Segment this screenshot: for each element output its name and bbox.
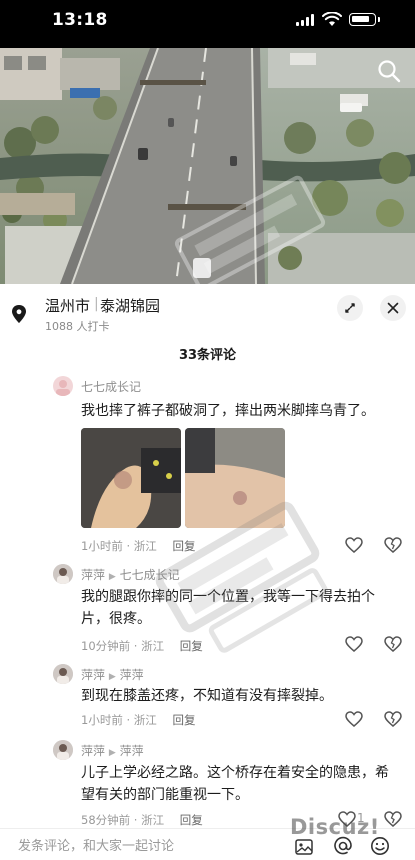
comment-username[interactable]: 七七成长记 (81, 378, 141, 395)
broken-heart-icon[interactable] (384, 537, 402, 553)
video-cover-aerial-bridge[interactable] (0, 48, 415, 284)
reply-to-username[interactable]: 七七成长记 (120, 568, 180, 582)
comment-time: 58分钟前 (81, 813, 131, 827)
reply-arrow-icon: ▶ (108, 572, 116, 582)
comment-meta: 1小时前 · 浙江 回复 (81, 539, 196, 553)
comment-text: 到现在膝盖还疼，不知道有没有摔裂掉。 (81, 688, 333, 704)
at-icon[interactable] (333, 836, 353, 856)
avatar[interactable] (53, 376, 73, 396)
location-city: 温州市 (45, 297, 91, 315)
location-place[interactable]: 泰湖锦园 (100, 295, 160, 316)
expand-button[interactable] (337, 295, 363, 321)
reply-button[interactable]: 回复 (180, 813, 203, 827)
avatar[interactable] (53, 740, 73, 760)
avatar[interactable] (53, 664, 73, 684)
comment-username: 萍萍 ▶ 七七成长记 (81, 566, 180, 583)
comment-time: 1小时前 (81, 713, 123, 727)
search-icon[interactable] (376, 58, 402, 84)
comment-username: 萍萍 ▶ 萍萍 (81, 666, 144, 683)
reply-to-username[interactable]: 萍萍 (120, 744, 144, 758)
comment-username-text[interactable]: 萍萍 (81, 668, 105, 682)
comment-time: 1小时前 (81, 539, 123, 553)
comment-time: 10分钟前 (81, 639, 131, 653)
comment-input[interactable] (8, 833, 280, 859)
comment-username: 萍萍 ▶ 萍萍 (81, 742, 144, 759)
comment-region: 浙江 (133, 539, 157, 553)
comment-meta: 58分钟前 · 浙江 回复 (81, 813, 203, 827)
reply-button[interactable]: 回复 (180, 639, 203, 653)
close-button[interactable] (380, 295, 406, 321)
comment-text: 我的腿跟你摔的同一个位置，我等一下得去拍个片，很疼。 (81, 589, 375, 627)
comment-region: 浙江 (141, 813, 165, 827)
heart-icon[interactable] (345, 636, 363, 652)
comment-username-text[interactable]: 萍萍 (81, 744, 105, 758)
comment-text: 儿子上学必经之路。这个桥存在着安全的隐患，希望有关的部门能重视一下。 (81, 765, 389, 803)
site-watermark: Discuz! (290, 815, 380, 839)
battery-icon (349, 13, 376, 26)
avatar[interactable] (53, 564, 73, 584)
broken-heart-icon[interactable] (384, 636, 402, 652)
comment-text: 我也摔了裤子都破洞了，摔出两米脚摔乌青了。 (81, 403, 375, 419)
location-title[interactable]: 温州市 (45, 295, 90, 316)
comment-region: 浙江 (141, 639, 165, 653)
comment-photo[interactable] (81, 428, 181, 528)
reply-arrow-icon: ▶ (108, 748, 116, 758)
reply-arrow-icon: ▶ (108, 672, 116, 682)
expand-icon (345, 303, 355, 313)
close-icon (387, 302, 399, 314)
comment-username-text[interactable]: 萍萍 (81, 568, 105, 582)
signal-icon (296, 14, 314, 26)
wifi-icon (322, 12, 342, 26)
status-time: 13:18 (52, 10, 108, 30)
reply-button[interactable]: 回复 (172, 539, 195, 553)
comment-count: 33条评论 (178, 348, 237, 363)
reply-to-username[interactable]: 萍萍 (120, 668, 144, 682)
location-checkins: 1088 人打卡 (45, 320, 110, 333)
comment-photo[interactable] (185, 428, 285, 528)
heart-icon[interactable] (345, 711, 363, 727)
heart-icon[interactable] (345, 537, 363, 553)
broken-heart-icon[interactable] (384, 811, 402, 827)
location-separator: | (94, 296, 99, 312)
broken-heart-icon[interactable] (384, 711, 402, 727)
reply-button[interactable]: 回复 (172, 713, 195, 727)
image-icon[interactable] (295, 838, 313, 856)
emoji-icon[interactable] (370, 836, 390, 856)
pin-icon (12, 305, 26, 323)
comment-region: 浙江 (133, 713, 157, 727)
status-bar: 13:18 (0, 0, 415, 48)
comment-meta: 10分钟前 · 浙江 回复 (81, 639, 203, 653)
comment-meta: 1小时前 · 浙江 回复 (81, 713, 196, 727)
